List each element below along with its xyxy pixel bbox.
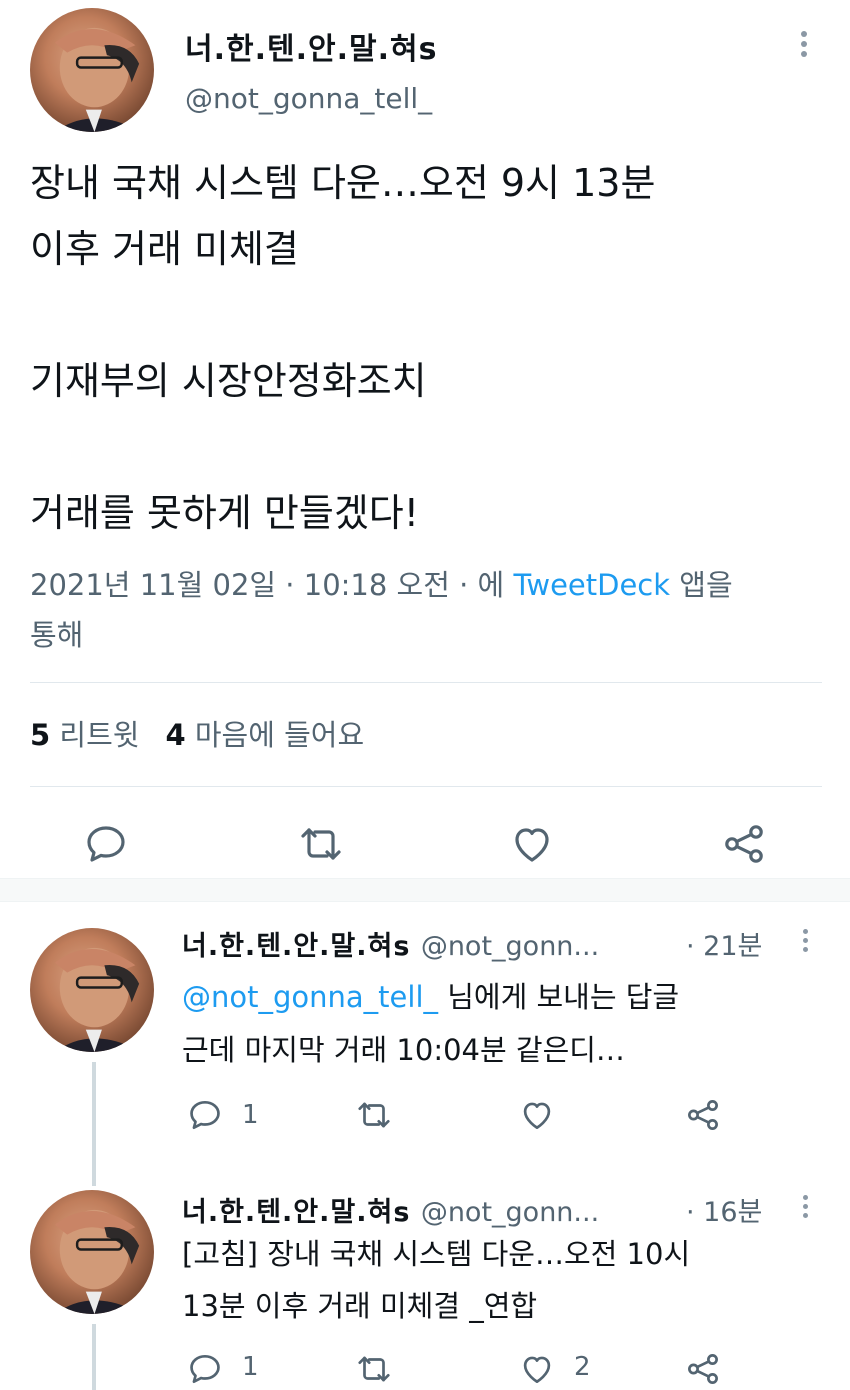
reply-count: 1 xyxy=(242,1100,259,1130)
replying-to-label: 님에게 보내는 답글 xyxy=(438,980,680,1014)
avatar[interactable] xyxy=(30,928,154,1052)
reply-count: 1 xyxy=(242,1352,259,1382)
reply-icon[interactable] xyxy=(186,1350,224,1388)
engagement-stats: 5 리트윗 4 마음에 들어요 xyxy=(30,712,364,754)
tweet-text: 장내 국채 시스템 다운…오전 9시 13분 이후 거래 미체결 기재부의 시장… xyxy=(30,161,656,535)
like-icon[interactable] xyxy=(518,1096,556,1134)
reply-handle: @not_gonn... xyxy=(420,931,600,962)
like-icon[interactable] xyxy=(508,820,556,868)
replying-to: @not_gonna_tell_ 님에게 보내는 답글 xyxy=(182,974,679,1016)
reply-text: [고침] 장내 국채 시스템 다운…오전 10시 13분 이후 거래 미체결 _… xyxy=(182,1237,691,1323)
share-icon[interactable] xyxy=(684,1096,722,1134)
divider xyxy=(30,786,822,787)
more-icon[interactable] xyxy=(798,926,812,958)
reply-text: 근데 마지막 거래 10:04분 같은디… xyxy=(182,1033,625,1067)
via-suffix-2: 통해 xyxy=(30,618,84,652)
share-icon[interactable] xyxy=(684,1350,722,1388)
reply-icon[interactable] xyxy=(186,1096,224,1134)
retweet-icon[interactable] xyxy=(354,1350,394,1388)
reply-display-name: 너.한.텐.안.말.혀s xyxy=(182,1197,411,1228)
section-divider xyxy=(0,878,850,902)
like-stat[interactable]: 4 마음에 들어요 xyxy=(165,718,364,752)
reply-author[interactable]: 너.한.텐.안.말.혀s @not_gonn... xyxy=(182,924,599,963)
like-count: 2 xyxy=(574,1352,591,1382)
avatar[interactable] xyxy=(30,1190,154,1314)
reply-timestamp[interactable]: · 21분 xyxy=(686,924,762,963)
mention-link[interactable]: @not_gonna_tell_ xyxy=(182,980,438,1014)
reply-handle: @not_gonn... xyxy=(420,1197,600,1228)
retweet-stat[interactable]: 5 리트윗 xyxy=(30,718,139,752)
reply-icon[interactable] xyxy=(82,820,130,868)
reply-author[interactable]: 너.한.텐.안.말.혀s @not_gonn... xyxy=(182,1190,599,1229)
retweet-count: 5 xyxy=(30,718,51,752)
retweet-icon[interactable] xyxy=(354,1096,394,1134)
more-icon[interactable] xyxy=(792,28,816,64)
like-icon[interactable] xyxy=(518,1350,556,1388)
reply-timestamp[interactable]: · 16분 xyxy=(686,1190,762,1229)
via-app-link[interactable]: TweetDeck xyxy=(513,568,670,602)
via-suffix: 앱을 xyxy=(670,568,733,602)
user-handle[interactable]: @not_gonna_tell_ xyxy=(185,82,432,115)
display-name[interactable]: 너.한.텐.안.말.혀s xyxy=(185,24,437,68)
reply-display-name: 너.한.텐.안.말.혀s xyxy=(182,931,411,962)
avatar[interactable] xyxy=(30,8,154,132)
share-icon[interactable] xyxy=(720,820,768,868)
timestamp[interactable]: 2021년 11월 02일 · 10:18 오전 · 에 xyxy=(30,568,504,602)
more-icon[interactable] xyxy=(798,1192,812,1224)
thread-line xyxy=(92,1324,96,1390)
divider xyxy=(30,682,822,683)
retweet-label: 리트윗 xyxy=(59,718,140,752)
like-count: 4 xyxy=(165,718,186,752)
like-label: 마음에 들어요 xyxy=(194,718,365,752)
retweet-icon[interactable] xyxy=(296,820,346,868)
thread-line xyxy=(92,1062,96,1186)
tweet-metadata: 2021년 11월 02일 · 10:18 오전 · 에 TweetDeck 앱… xyxy=(30,560,830,660)
